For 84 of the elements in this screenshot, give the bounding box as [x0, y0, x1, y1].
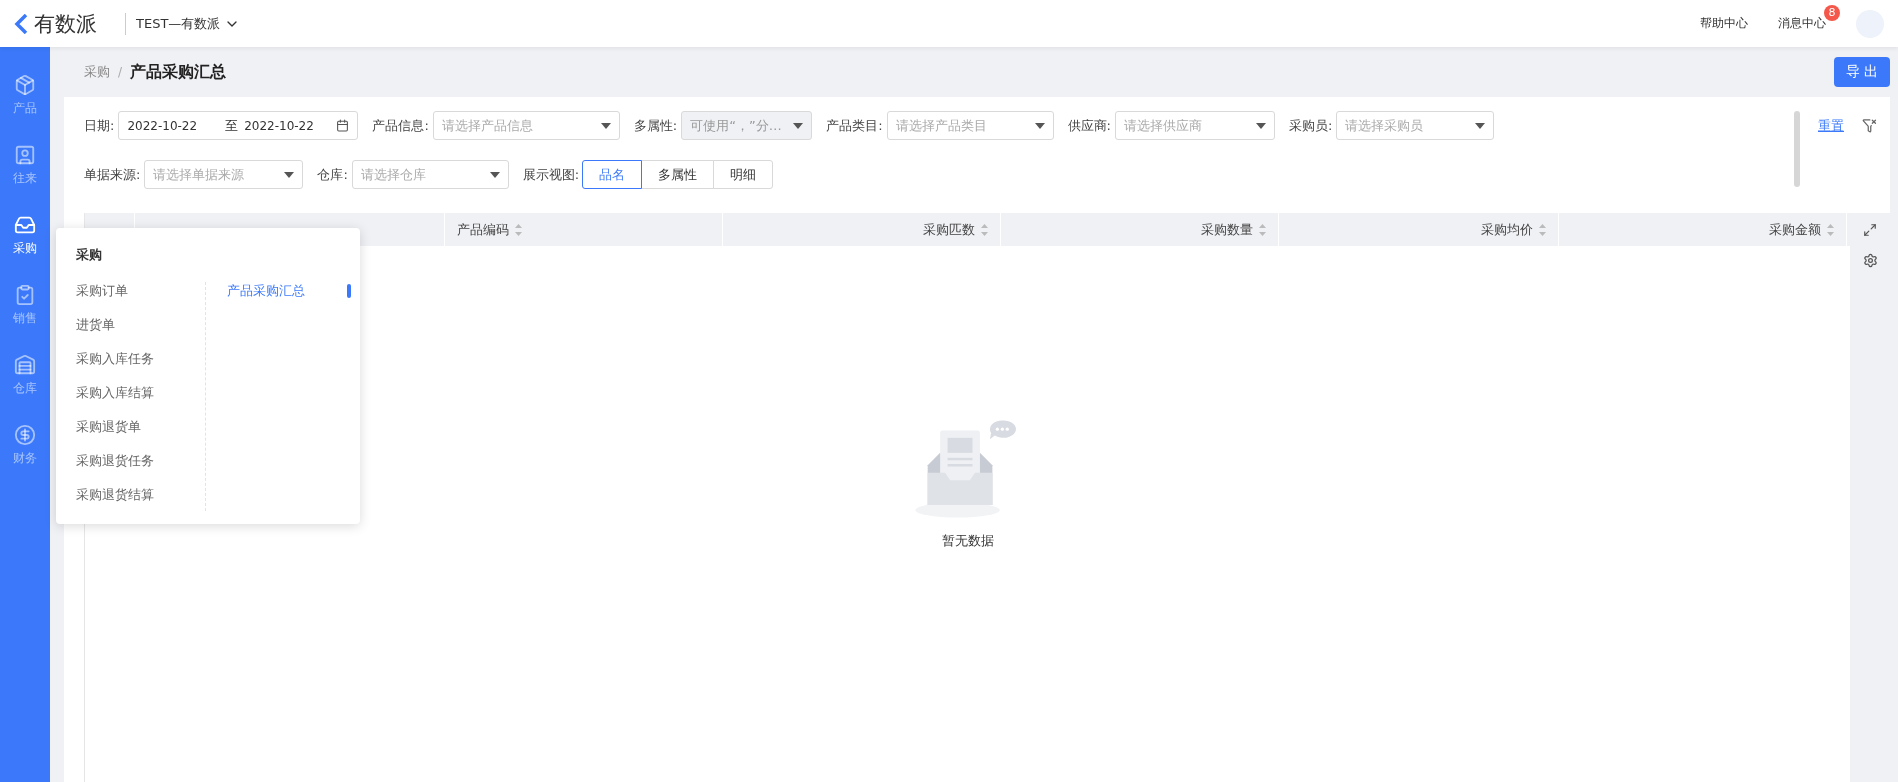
reset-link[interactable]: 重置 [1818, 117, 1844, 135]
select-placeholder: 请选择供应商 [1123, 116, 1202, 135]
select-placeholder: 请选择产品信息 [441, 116, 533, 135]
date-range-field[interactable]: 2022-10-22 至 2022-10-22 [118, 111, 359, 140]
scrollbar-thumb [347, 284, 351, 298]
contact-card-icon [14, 144, 36, 166]
sidebar-item[interactable]: 产品 [13, 74, 37, 117]
app-logo: 有数派 [34, 10, 97, 38]
submenu-item[interactable]: 采购退货任务 [76, 452, 205, 471]
filter-label: 产品信息: [372, 116, 429, 135]
caret-icon [284, 171, 295, 178]
submenu-item[interactable]: 进货单 [76, 316, 205, 335]
select-field[interactable]: 请选择采购员 [1336, 111, 1495, 140]
sidebar-item[interactable]: 采购 [13, 214, 37, 257]
sidebar-item[interactable]: 往来 [13, 144, 37, 187]
view-toggle[interactable]: 品名 [582, 160, 643, 189]
select-placeholder: 请选择单据来源 [153, 165, 245, 184]
select-field[interactable]: 请选择供应商 [1114, 111, 1275, 140]
header-link[interactable]: 消息中心 [1778, 16, 1826, 30]
caret-icon [1255, 122, 1266, 129]
sort-icon[interactable] [515, 223, 522, 236]
submenu-item[interactable]: 采购退货结算 [76, 486, 205, 505]
select-placeholder: 请选择产品类目 [895, 116, 987, 135]
filter-label: 供应商: [1067, 116, 1111, 135]
box-icon [14, 74, 36, 96]
sidebar-item[interactable]: 销售 [13, 284, 37, 327]
column-header: 采购数量 [1201, 220, 1266, 239]
filter-label: 采购员: [1288, 116, 1333, 135]
submenu-item[interactable]: 采购订单 [76, 282, 205, 301]
filter-label: 产品类目: [826, 116, 883, 135]
select-field[interactable]: 请选择产品信息 [432, 111, 620, 140]
sidebar-item[interactable]: 仓库 [13, 354, 37, 397]
caret-icon [1475, 122, 1486, 129]
submenu-title: 采购 [76, 246, 103, 264]
caret-icon [1034, 122, 1045, 129]
scrollbar-thumb[interactable] [1794, 111, 1800, 187]
filter-label: 多属性: [633, 116, 678, 135]
caret-icon [489, 171, 500, 178]
column-header: 产品编码 [457, 220, 522, 239]
select-placeholder: 请选择仓库 [360, 165, 426, 184]
page-title: 产品采购汇总 [130, 61, 227, 83]
end-date: 2022-10-22 [244, 118, 314, 133]
column-header: 采购金额 [1769, 220, 1834, 239]
logo-icon [14, 13, 30, 34]
sort-icon[interactable] [1539, 223, 1546, 236]
breadcrumb-separator: / [118, 65, 123, 79]
sort-icon[interactable] [1259, 223, 1266, 236]
fullscreen-icon[interactable] [1863, 223, 1877, 237]
date-separator: 至 [225, 116, 239, 135]
clipboard-check-icon [14, 284, 36, 306]
view-toggle[interactable]: 明细 [713, 160, 774, 189]
select-field[interactable]: 请选择单据来源 [144, 160, 304, 189]
sort-icon[interactable] [981, 223, 988, 236]
select-value: 可使用“，”分… [690, 116, 782, 135]
caret-icon [793, 122, 804, 129]
select-field[interactable]: 请选择产品类目 [886, 111, 1054, 140]
sidebar-item[interactable]: 财务 [13, 424, 37, 467]
filter-label: 展示视图: [522, 165, 580, 184]
filter-clear-icon[interactable] [1862, 118, 1877, 133]
submenu-item[interactable]: 采购入库任务 [76, 350, 205, 369]
house-icon [14, 354, 36, 376]
view-toggle[interactable]: 多属性 [641, 160, 715, 189]
column-header: 采购均价 [1481, 220, 1546, 239]
count-badge: 8 [1824, 5, 1840, 21]
select-placeholder: 请选择采购员 [1345, 116, 1424, 135]
empty-message: 暂无数据 [941, 532, 994, 550]
sort-icon[interactable] [1827, 223, 1834, 236]
export-button[interactable]: 导 出 [1834, 57, 1890, 87]
breadcrumb-link[interactable]: 采购 [84, 63, 110, 81]
inbox-icon [14, 214, 36, 236]
filter-label: 日期: [84, 116, 115, 135]
settings-icon[interactable] [1862, 253, 1878, 268]
select-field[interactable]: 请选择仓库 [351, 160, 509, 189]
column-header: 采购匹数 [923, 220, 988, 239]
calendar-icon [336, 119, 350, 132]
submenu-item[interactable]: 采购入库结算 [76, 384, 205, 403]
caret-icon [600, 122, 611, 129]
submenu-item[interactable]: 产品采购汇总 [227, 282, 360, 301]
filter-label: 单据来源: [84, 165, 141, 184]
header-link[interactable]: 帮助中心 [1700, 16, 1748, 30]
org-switcher[interactable]: TEST—有数派 [125, 12, 241, 35]
submenu-item[interactable]: 采购退货单 [76, 418, 205, 437]
start-date: 2022-10-22 [127, 118, 198, 133]
filter-label: 仓库: [317, 165, 348, 184]
